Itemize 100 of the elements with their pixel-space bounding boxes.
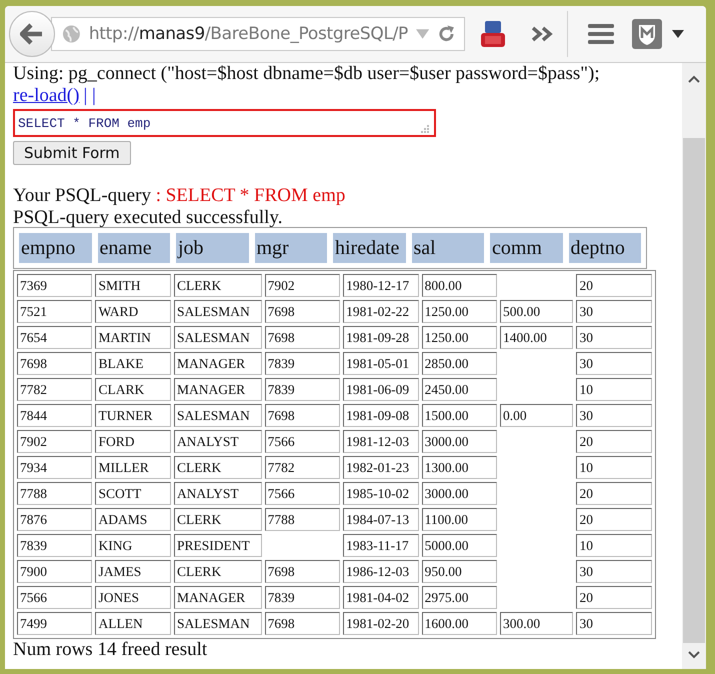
table-cell: 7782 <box>17 378 92 401</box>
table-cell: 3000.00 <box>422 430 498 453</box>
table-cell: MARTIN <box>95 326 171 349</box>
table-cell: 7499 <box>17 612 92 635</box>
table-cell: 0.00 <box>500 404 574 427</box>
table-cell: 1981-02-20 <box>343 612 419 635</box>
table-cell: 20 <box>576 274 652 297</box>
query-echo: : SELECT * FROM emp <box>156 185 346 206</box>
table-cell: 500.00 <box>500 300 574 323</box>
table-cell: SALESMAN <box>174 326 262 349</box>
table-cell: 7788 <box>17 482 92 505</box>
connection-text: Using: pg_connect ("host=$host dbname=$db user=$user password=$pass"); <box>13 63 601 85</box>
table-cell: 20 <box>576 482 652 505</box>
table-cell: 1983-11-17 <box>343 534 419 557</box>
table-cell: 1982-01-23 <box>343 456 419 479</box>
table-cell: 7934 <box>17 456 92 479</box>
status-text: PSQL-query executed successfully. <box>13 207 284 229</box>
table-cell: 1600.00 <box>422 612 498 635</box>
table-cell: 7698 <box>17 352 92 375</box>
query-field[interactable]: SELECT * FROM emp <box>13 109 436 137</box>
table-cell: 7900 <box>17 560 92 583</box>
table-cell: SCOTT <box>95 482 171 505</box>
table-cell: 1300.00 <box>422 456 498 479</box>
table-cell: 20 <box>576 586 652 609</box>
table-cell: 7839 <box>264 586 340 609</box>
table-cell: 7788 <box>264 508 340 531</box>
table-cell: 7876 <box>17 508 92 531</box>
table-cell: KING <box>95 534 171 557</box>
table-cell: ADAMS <box>95 508 171 531</box>
table-cell: 1986-12-03 <box>343 560 419 583</box>
table-cell: MANAGER <box>174 586 262 609</box>
table-cell: MILLER <box>95 456 171 479</box>
table-cell: SMITH <box>95 274 171 297</box>
column-header: mgr <box>254 232 328 264</box>
column-header: ename <box>96 232 171 264</box>
table-cell: 7566 <box>264 430 340 453</box>
table-cell: 30 <box>576 326 652 349</box>
table-cell: CLERK <box>174 560 262 583</box>
table-cell: CLARK <box>95 378 171 401</box>
table-cell: ALLEN <box>95 612 171 635</box>
table-cell: 7566 <box>264 482 340 505</box>
table-cell: 2450.00 <box>422 378 498 401</box>
table-cell: MANAGER <box>174 352 262 375</box>
reload-link[interactable]: re-load() <box>13 85 80 107</box>
table-cell: 7698 <box>264 560 340 583</box>
table-cell: 7839 <box>264 378 340 401</box>
table-cell: 7782 <box>264 456 340 479</box>
table-cell: 7839 <box>17 534 92 557</box>
table-cell: SALESMAN <box>174 612 262 635</box>
column-header: hiredate <box>332 232 406 264</box>
table-cell: PRESIDENT <box>174 534 262 557</box>
address-bar[interactable]: http://manas9/BareBone_PostgreSQL/P <box>51 17 465 51</box>
table-cell: TURNER <box>95 404 171 427</box>
table-cell: 7839 <box>264 352 340 375</box>
table-cell: 7902 <box>264 274 340 297</box>
url-text: http://manas9/BareBone_PostgreSQL/P <box>88 24 408 44</box>
column-header: sal <box>410 232 485 264</box>
table-cell: SALESMAN <box>174 300 262 323</box>
table-cell: CLERK <box>174 508 262 531</box>
table-cell: 7521 <box>17 300 92 323</box>
table-cell: 7654 <box>17 326 92 349</box>
table-cell: MANAGER <box>174 378 262 401</box>
table-cell: 7698 <box>264 612 340 635</box>
table-cell: 10 <box>576 534 652 557</box>
table-cell: SALESMAN <box>174 404 262 427</box>
table-cell: 10 <box>576 378 652 401</box>
table-cell: 1981-09-08 <box>343 404 419 427</box>
table-cell: 1250.00 <box>422 326 498 349</box>
table-cell: ANALYST <box>174 482 262 505</box>
table-cell: 5000.00 <box>422 534 498 557</box>
table-cell: 2975.00 <box>422 586 498 609</box>
table-cell: JAMES <box>95 560 171 583</box>
table-cell: WARD <box>95 300 171 323</box>
table-cell: 2850.00 <box>422 352 498 375</box>
submit-button[interactable]: Submit Form <box>13 141 131 165</box>
table-cell: ANALYST <box>174 430 262 453</box>
table-cell: 7698 <box>264 326 340 349</box>
table-cell: 1250.00 <box>422 300 498 323</box>
table-cell: 7566 <box>17 586 92 609</box>
column-header: job <box>175 232 250 264</box>
table-cell: 7844 <box>17 404 92 427</box>
table-cell: 300.00 <box>500 612 574 635</box>
table-cell: 800.00 <box>422 274 498 297</box>
table-cell: 1985-10-02 <box>343 482 419 505</box>
table-cell: 20 <box>576 430 652 453</box>
table-cell: 1981-12-03 <box>343 430 419 453</box>
table-cell: 7698 <box>264 404 340 427</box>
table-cell: 30 <box>576 560 652 583</box>
table-cell: 30 <box>576 612 652 635</box>
table-cell: CLERK <box>174 274 262 297</box>
table-cell: 1981-02-22 <box>343 300 419 323</box>
table-cell: 1100.00 <box>422 508 498 531</box>
table-cell: 10 <box>576 456 652 479</box>
table-cell: 7369 <box>17 274 92 297</box>
table-cell: 1981-05-01 <box>343 352 419 375</box>
separator-text: | | <box>83 85 96 107</box>
table-cell: 1500.00 <box>422 404 498 427</box>
query-label: Your PSQL-query <box>13 185 151 206</box>
column-header: deptno <box>568 232 642 264</box>
table-cell: 7698 <box>264 300 340 323</box>
